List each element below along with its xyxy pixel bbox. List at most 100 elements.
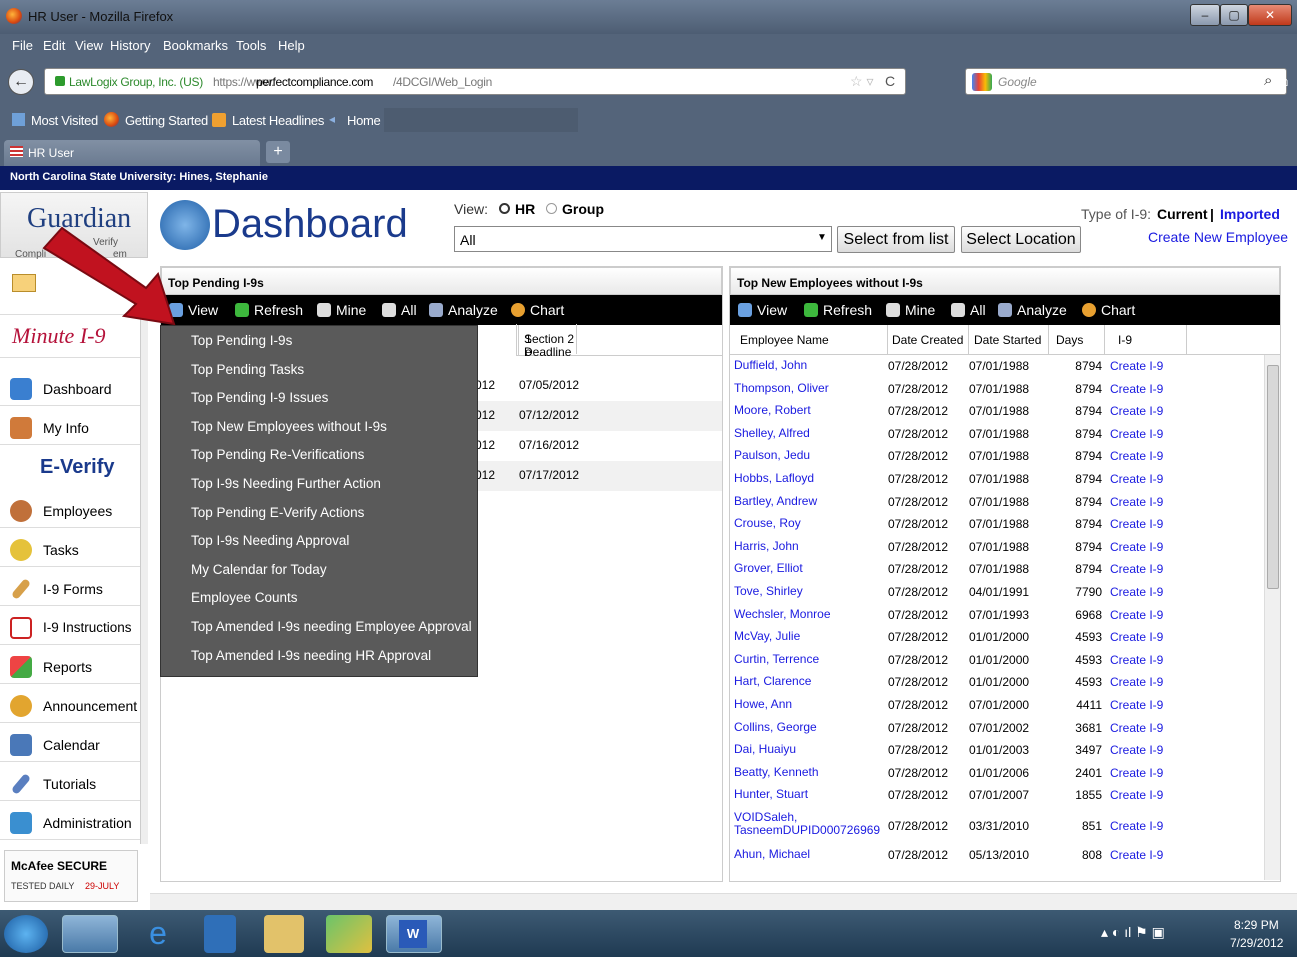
employee-name-link[interactable]: Hunter, Stuart bbox=[734, 788, 884, 801]
toolbar-analyze[interactable]: Analyze bbox=[429, 302, 498, 318]
toolbar-mine[interactable]: Mine bbox=[317, 302, 366, 318]
menu-bookmarks[interactable]: Bookmarks bbox=[163, 38, 228, 53]
star-icon[interactable]: ☆ ▿ bbox=[850, 73, 873, 90]
tab-hr-user[interactable]: HR User bbox=[4, 140, 260, 166]
new-tab-button[interactable]: + bbox=[266, 141, 290, 163]
horizontal-scrollbar[interactable] bbox=[150, 893, 1297, 910]
table-row[interactable]: Wechsler, Monroe 07/28/2012 07/01/1993 6968… bbox=[730, 604, 1264, 627]
employee-name-link[interactable]: Harris, John bbox=[734, 539, 884, 553]
employee-name-link[interactable]: Bartley, Andrew bbox=[734, 494, 884, 508]
create-i9-link[interactable]: Create I-9 bbox=[1110, 819, 1163, 833]
employee-name-link[interactable]: Hobbs, Lafloyd bbox=[734, 472, 884, 485]
create-i9-link[interactable]: Create I-9 bbox=[1110, 608, 1163, 622]
menu-item[interactable]: Employee Counts bbox=[191, 590, 298, 605]
clock-date[interactable]: 7/29/2012 bbox=[1230, 936, 1283, 950]
employee-name-link[interactable]: Shelley, Alfred bbox=[734, 426, 884, 440]
back-arrow-icon[interactable]: ← bbox=[8, 69, 34, 95]
employee-name-link[interactable]: Beatty, Kenneth bbox=[734, 765, 884, 779]
create-i9-link[interactable]: Create I-9 bbox=[1110, 404, 1163, 418]
create-i9-link[interactable]: Create I-9 bbox=[1110, 382, 1163, 396]
create-i9-link[interactable]: Create I-9 bbox=[1110, 653, 1163, 667]
firefox-taskbar-icon[interactable] bbox=[62, 915, 118, 953]
employee-name-link[interactable]: Hart, Clarence bbox=[734, 675, 884, 688]
table-row[interactable]: Hunter, Stuart 07/28/2012 07/01/2007 1855 Cr… bbox=[730, 784, 1264, 807]
employee-name-link[interactable]: Collins, George bbox=[734, 720, 884, 734]
table-scrollbar[interactable] bbox=[1264, 355, 1280, 880]
create-i9-link[interactable]: Create I-9 bbox=[1110, 495, 1163, 509]
radio-hr[interactable] bbox=[499, 203, 510, 214]
table-row[interactable]: VOIDSaleh, TasneemDUPID000726969 07/28/20… bbox=[730, 807, 1264, 844]
table-row[interactable]: Ahun, Michael 07/28/2012 05/13/2010 808 Crea… bbox=[730, 844, 1264, 867]
table-row[interactable]: Moore, Robert 07/28/2012 07/01/1988 8794 Cre… bbox=[730, 400, 1264, 423]
table-row[interactable]: Hart, Clarence 07/28/2012 01/01/2000 4593 Cr… bbox=[730, 671, 1264, 694]
table-row[interactable]: Curtin, Terrence 07/28/2012 01/01/2000 4593… bbox=[730, 649, 1264, 672]
menu-file[interactable]: File bbox=[12, 38, 33, 53]
col-i9[interactable]: I-9 bbox=[1118, 333, 1132, 347]
table-row[interactable]: Dai, Huaiyu 07/28/2012 01/01/2003 3497 Creat… bbox=[730, 739, 1264, 762]
create-i9-link[interactable]: Create I-9 bbox=[1110, 743, 1163, 757]
search-box[interactable]: Google ⌕ bbox=[965, 68, 1287, 95]
menu-item[interactable]: Top Pending Re-Verifications bbox=[191, 447, 364, 462]
toolbar-mine[interactable]: Mine bbox=[886, 302, 935, 318]
employee-name-link[interactable]: Moore, Robert bbox=[734, 404, 884, 417]
table-row[interactable]: Howe, Ann 07/28/2012 07/01/2000 4411 Create … bbox=[730, 694, 1264, 717]
menu-item[interactable]: Top Pending E-Verify Actions bbox=[191, 505, 364, 520]
table-row[interactable]: Duffield, John 07/28/2012 07/01/1988 8794 Cr… bbox=[730, 355, 1264, 378]
col-days[interactable]: Days bbox=[1056, 333, 1083, 347]
create-i9-link[interactable]: Create I-9 bbox=[1110, 562, 1163, 576]
toolbar-refresh[interactable]: Refresh bbox=[804, 302, 872, 318]
create-i9-link[interactable]: Create I-9 bbox=[1110, 359, 1163, 373]
toolbar-view[interactable]: View bbox=[738, 302, 787, 318]
menu-item[interactable]: Top Pending Tasks bbox=[191, 362, 304, 377]
home-icon[interactable]: ⌂ bbox=[1278, 70, 1289, 91]
col-date-started[interactable]: Date Started bbox=[974, 333, 1041, 347]
table-row[interactable]: Shelley, Alfred 07/28/2012 07/01/1988 8794 C… bbox=[730, 423, 1264, 446]
bookmark-latest-headlines[interactable]: Latest Headlines bbox=[232, 113, 324, 128]
radio-group[interactable] bbox=[546, 203, 557, 214]
menu-item[interactable]: Top Pending I-9s bbox=[191, 333, 292, 348]
file-explorer-icon[interactable] bbox=[264, 915, 304, 953]
sidebar-item-reports[interactable]: Reports bbox=[0, 648, 140, 684]
create-i9-link[interactable]: Create I-9 bbox=[1110, 472, 1163, 486]
menu-item[interactable]: Top I-9s Needing Further Action bbox=[191, 476, 381, 491]
menu-view[interactable]: View bbox=[75, 38, 103, 53]
sidebar-item-dashboard[interactable]: Dashboard bbox=[0, 370, 140, 406]
toolbar-all[interactable]: All bbox=[951, 302, 986, 318]
type-imported-link[interactable]: Imported bbox=[1220, 206, 1280, 222]
mcafee-badge[interactable]: McAfee SECURE TESTED DAILY 29-JULY bbox=[4, 850, 138, 902]
bookmark-home[interactable]: Home bbox=[347, 113, 381, 128]
create-i9-link[interactable]: Create I-9 bbox=[1110, 630, 1163, 644]
table-row[interactable]: Crouse, Roy 07/28/2012 07/01/1988 8794 Creat… bbox=[730, 513, 1264, 536]
create-new-employee-link[interactable]: Create New Employee bbox=[1148, 229, 1288, 245]
sidebar-item-tasks[interactable]: Tasks bbox=[0, 531, 140, 567]
start-button[interactable] bbox=[4, 915, 48, 953]
table-row[interactable]: Thompson, Oliver 07/28/2012 07/01/1988 8794… bbox=[730, 378, 1264, 401]
table-row[interactable]: Bartley, Andrew 07/28/2012 07/01/1988 8794 C… bbox=[730, 491, 1264, 514]
create-i9-link[interactable]: Create I-9 bbox=[1110, 517, 1163, 531]
create-i9-link[interactable]: Create I-9 bbox=[1110, 766, 1163, 780]
word-icon[interactable]: W bbox=[386, 915, 442, 953]
sidebar-item-employees[interactable]: Employees bbox=[0, 492, 140, 528]
employee-name-link[interactable]: Curtin, Terrence bbox=[734, 652, 884, 666]
table-row[interactable]: Collins, George 07/28/2012 07/01/2002 3681 C… bbox=[730, 717, 1264, 740]
maximize-button[interactable]: ▢ bbox=[1220, 4, 1248, 26]
minimize-button[interactable]: – bbox=[1190, 4, 1220, 26]
reload-icon[interactable]: C bbox=[885, 73, 895, 89]
site-identity[interactable]: LawLogix Group, Inc. (US) bbox=[69, 75, 203, 89]
toolbar-chart[interactable]: Chart bbox=[511, 302, 564, 318]
scroll-thumb[interactable] bbox=[1267, 365, 1279, 589]
media-player-icon[interactable] bbox=[204, 915, 236, 953]
table-row[interactable]: McVay, Julie 07/28/2012 01/01/2000 4593 Crea… bbox=[730, 626, 1264, 649]
col-date-created[interactable]: Date Created bbox=[892, 333, 963, 347]
sidebar-item-tutorials[interactable]: Tutorials bbox=[0, 765, 140, 801]
create-i9-link[interactable]: Create I-9 bbox=[1110, 675, 1163, 689]
type-current[interactable]: Current bbox=[1157, 206, 1208, 222]
table-row[interactable]: Hobbs, Lafloyd 07/28/2012 07/01/1988 8794 Cr… bbox=[730, 468, 1264, 491]
table-row[interactable]: Paulson, Jedu 07/28/2012 07/01/1988 8794 Cre… bbox=[730, 445, 1264, 468]
toolbar-analyze[interactable]: Analyze bbox=[998, 302, 1067, 318]
bookmark-getting-started[interactable]: Getting Started bbox=[125, 113, 208, 128]
menu-item[interactable]: Top I-9s Needing Approval bbox=[191, 533, 349, 548]
employee-name-link[interactable]: Paulson, Jedu bbox=[734, 449, 884, 462]
employee-name-link[interactable]: Dai, Huaiyu bbox=[734, 743, 884, 756]
create-i9-link[interactable]: Create I-9 bbox=[1110, 698, 1163, 712]
